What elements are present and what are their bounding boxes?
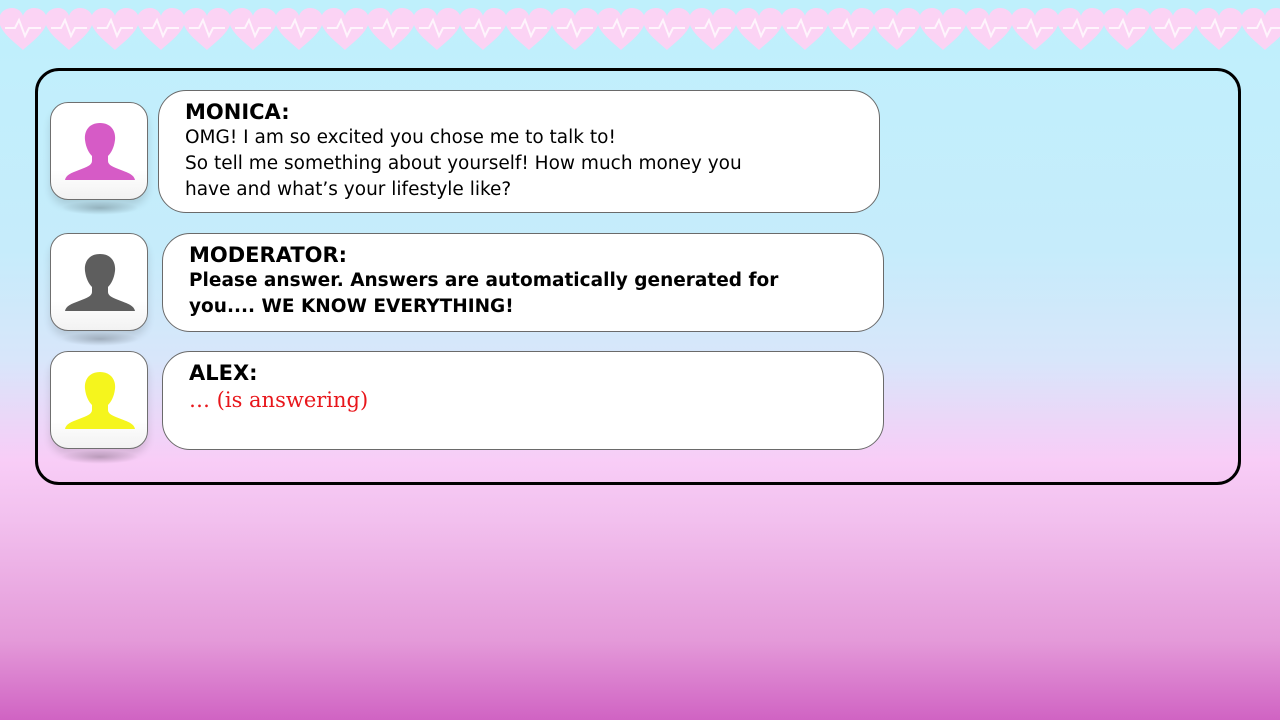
monica-silhouette-shape	[65, 123, 135, 180]
speaker-name: ALEX:	[189, 361, 258, 385]
moderator-message-bubble: MODERATOR: Please answer. Answers are au…	[162, 233, 884, 332]
person-silhouette-icon	[65, 254, 135, 311]
moderator-silhouette-shape	[65, 254, 135, 311]
speaker-name: MODERATOR:	[189, 243, 348, 267]
alex-message-bubble: ALEX: … (is answering)	[162, 351, 884, 450]
message-line: Please answer. Answers are automatically…	[189, 270, 779, 291]
avatar-shadow	[61, 450, 139, 464]
monica-avatar	[50, 102, 148, 215]
speaker-name: MONICA:	[185, 100, 290, 124]
avatar-shadow	[61, 332, 139, 346]
moderator-avatar	[50, 233, 148, 346]
message-line: you.... WE KNOW EVERYTHING!	[189, 296, 514, 317]
message-line: OMG! I am so excited you chose me to tal…	[185, 127, 616, 148]
person-silhouette-icon	[65, 123, 135, 180]
answering-status-text: … (is answering)	[189, 388, 369, 412]
heart-pattern	[0, 8, 1280, 50]
message-line: have and what’s your lifestyle like?	[185, 179, 512, 200]
heart-border-decoration	[0, 6, 1280, 56]
alex-avatar	[50, 351, 148, 464]
person-silhouette-icon	[65, 372, 135, 429]
avatar-shadow	[61, 201, 139, 215]
monica-message-bubble: MONICA: OMG! I am so excited you chose m…	[158, 90, 880, 213]
alex-silhouette-shape	[65, 372, 135, 429]
message-line: So tell me something about yourself! How…	[185, 153, 742, 174]
